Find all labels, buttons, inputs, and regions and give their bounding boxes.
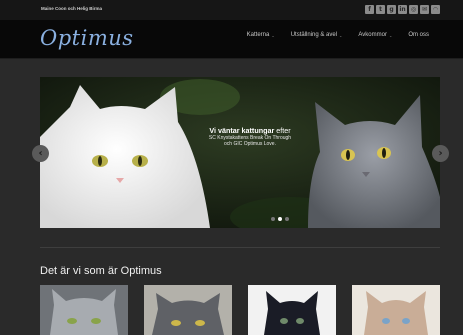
- cat-thumbnail[interactable]: [248, 285, 336, 335]
- main-nav: Katterna ⌄ Utställning & avel ⌄ Avkommor…: [239, 32, 437, 38]
- slider-prev-button[interactable]: ‹: [32, 145, 49, 162]
- slide-caption: Vi väntar kattungar efter SC Knystakatte…: [190, 126, 310, 147]
- slide-headline: Vi väntar kattungar efter: [190, 126, 310, 135]
- social-icons: f t g in ◎ ✉ ◠: [365, 5, 440, 14]
- cat-photo: [352, 285, 440, 335]
- slide-headline-bold: Vi väntar kattungar: [209, 126, 275, 135]
- rss-icon[interactable]: ◠: [431, 5, 440, 14]
- google-plus-icon[interactable]: g: [387, 5, 396, 14]
- cat-photo: [40, 285, 128, 335]
- slider-next-button[interactable]: ›: [432, 145, 449, 162]
- chevron-down-icon: ⌄: [271, 32, 275, 38]
- cat-photo: [144, 285, 232, 335]
- site-header: Optimus Katterna ⌄ Utställning & avel ⌄ …: [0, 20, 463, 59]
- top-bar: Maine Coon och Helig Birma f t g in ◎ ✉ …: [0, 0, 463, 20]
- nav-item-utstallning[interactable]: Utställning & avel ⌄: [283, 32, 351, 38]
- twitter-icon[interactable]: t: [376, 5, 385, 14]
- slider-dot-active[interactable]: [278, 217, 282, 221]
- section-divider: [40, 247, 440, 248]
- cat-thumbnail[interactable]: [144, 285, 232, 335]
- cat-thumbnail[interactable]: [40, 285, 128, 335]
- mail-icon[interactable]: ✉: [420, 5, 429, 14]
- nav-item-om-oss[interactable]: Om oss: [400, 32, 437, 38]
- nav-label: Om oss: [408, 32, 429, 38]
- nav-label: Katterna: [246, 32, 270, 38]
- nav-label: Utställning & avel: [290, 32, 338, 38]
- slider-dots: [271, 217, 289, 221]
- cat-thumbnails: [40, 285, 440, 335]
- instagram-icon[interactable]: ◎: [409, 5, 418, 14]
- cat-thumbnail[interactable]: [352, 285, 440, 335]
- facebook-icon[interactable]: f: [365, 5, 374, 14]
- linkedin-icon[interactable]: in: [398, 5, 407, 14]
- chevron-down-icon: ⌄: [388, 32, 393, 38]
- section-title: Det är vi som är Optimus: [40, 265, 162, 277]
- slide-headline-rest: efter: [274, 126, 291, 135]
- hero-slider: Vi väntar kattungar efter SC Knystakatte…: [40, 77, 440, 228]
- site-logo[interactable]: Optimus: [40, 26, 134, 50]
- nav-item-avkommor[interactable]: Avkommor ⌄: [350, 32, 400, 38]
- site-tagline: Maine Coon och Helig Birma: [41, 6, 103, 11]
- slider-dot[interactable]: [285, 217, 289, 221]
- slide-subline-2: och GIC Optimus Love.: [224, 141, 276, 147]
- slide-image: [40, 77, 440, 228]
- nav-item-katterna[interactable]: Katterna ⌄: [239, 32, 283, 38]
- slider-dot[interactable]: [271, 217, 275, 221]
- chevron-down-icon: ⌄: [339, 32, 343, 38]
- nav-label: Avkommor: [358, 32, 387, 38]
- cat-photo: [248, 285, 336, 335]
